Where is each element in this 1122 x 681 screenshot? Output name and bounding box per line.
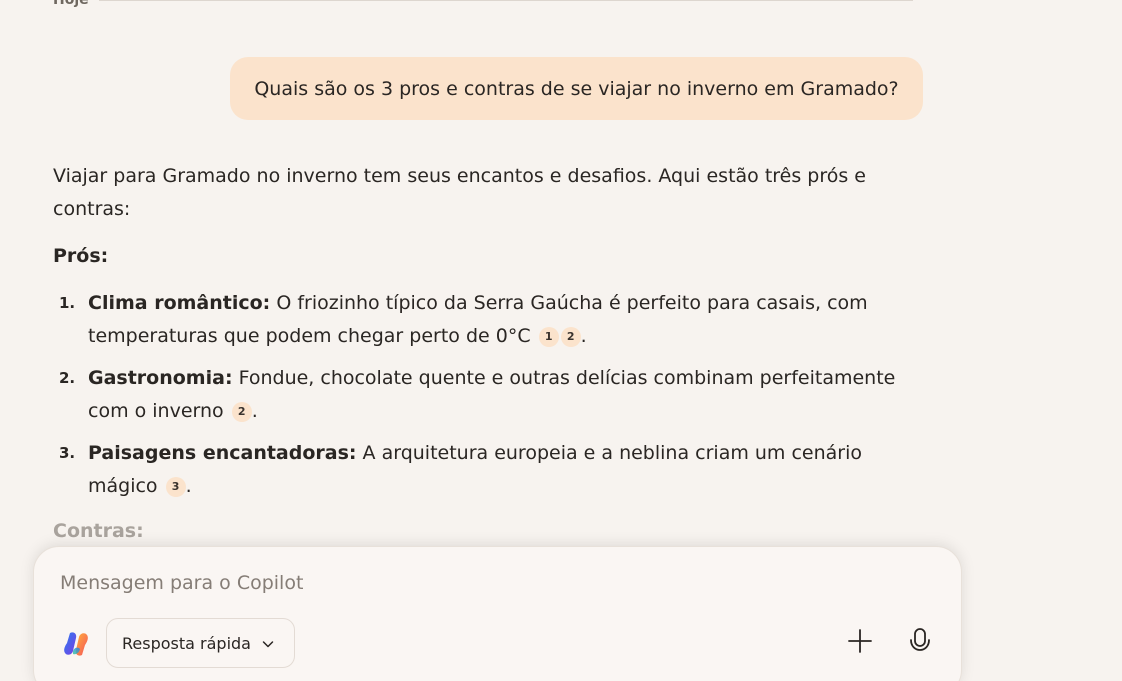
response-mode-label: Resposta rápida	[122, 633, 251, 653]
pros-list: 1. Clima romântico: O friozinho típico d…	[53, 287, 928, 503]
answer-intro: Viajar para Gramado no inverno tem seus …	[53, 165, 867, 220]
user-message-text: Quais são os 3 pros e contras de se viaj…	[254, 77, 899, 100]
day-divider: Hoje	[53, 0, 913, 8]
list-number: 2.	[59, 369, 76, 387]
list-number: 1.	[59, 294, 76, 312]
copilot-chat-page: Hoje Quais são os 3 pros e contras de se…	[0, 0, 1122, 681]
citation-badge[interactable]: 3	[165, 477, 186, 497]
item-term: Clima romântico:	[88, 292, 271, 314]
copilot-logo-icon[interactable]	[61, 629, 91, 659]
item-term: Paisagens encantadoras:	[88, 442, 357, 464]
plus-icon	[847, 628, 873, 658]
pros-list-item: 1. Clima romântico: O friozinho típico d…	[53, 287, 928, 353]
user-message-bubble: Quais são os 3 pros e contras de se viaj…	[230, 57, 923, 120]
add-button[interactable]	[844, 627, 876, 659]
pros-list-item: 3. Paisagens encantadoras: A arquitetura…	[53, 437, 928, 503]
citation-badge[interactable]: 2	[560, 327, 581, 347]
message-input[interactable]	[60, 569, 920, 597]
response-mode-dropdown[interactable]: Resposta rápida	[106, 618, 295, 668]
divider-line	[98, 0, 913, 1]
day-label: Hoje	[53, 0, 89, 8]
pros-list-item: 2. Gastronomia: Fondue, chocolate quente…	[53, 362, 928, 428]
list-number: 3.	[59, 444, 76, 462]
assistant-answer: Viajar para Gramado no inverno tem seus …	[53, 160, 928, 512]
item-term: Gastronomia:	[88, 367, 233, 389]
cons-title: Contras:	[53, 520, 144, 542]
voice-button[interactable]	[904, 627, 936, 659]
message-composer: Resposta rápida	[33, 546, 962, 681]
citation-badge[interactable]: 2	[231, 402, 252, 422]
citation-badge[interactable]: 1	[538, 327, 559, 347]
pros-title: Prós:	[53, 245, 109, 267]
microphone-icon	[907, 627, 933, 659]
chevron-down-icon	[261, 636, 275, 650]
